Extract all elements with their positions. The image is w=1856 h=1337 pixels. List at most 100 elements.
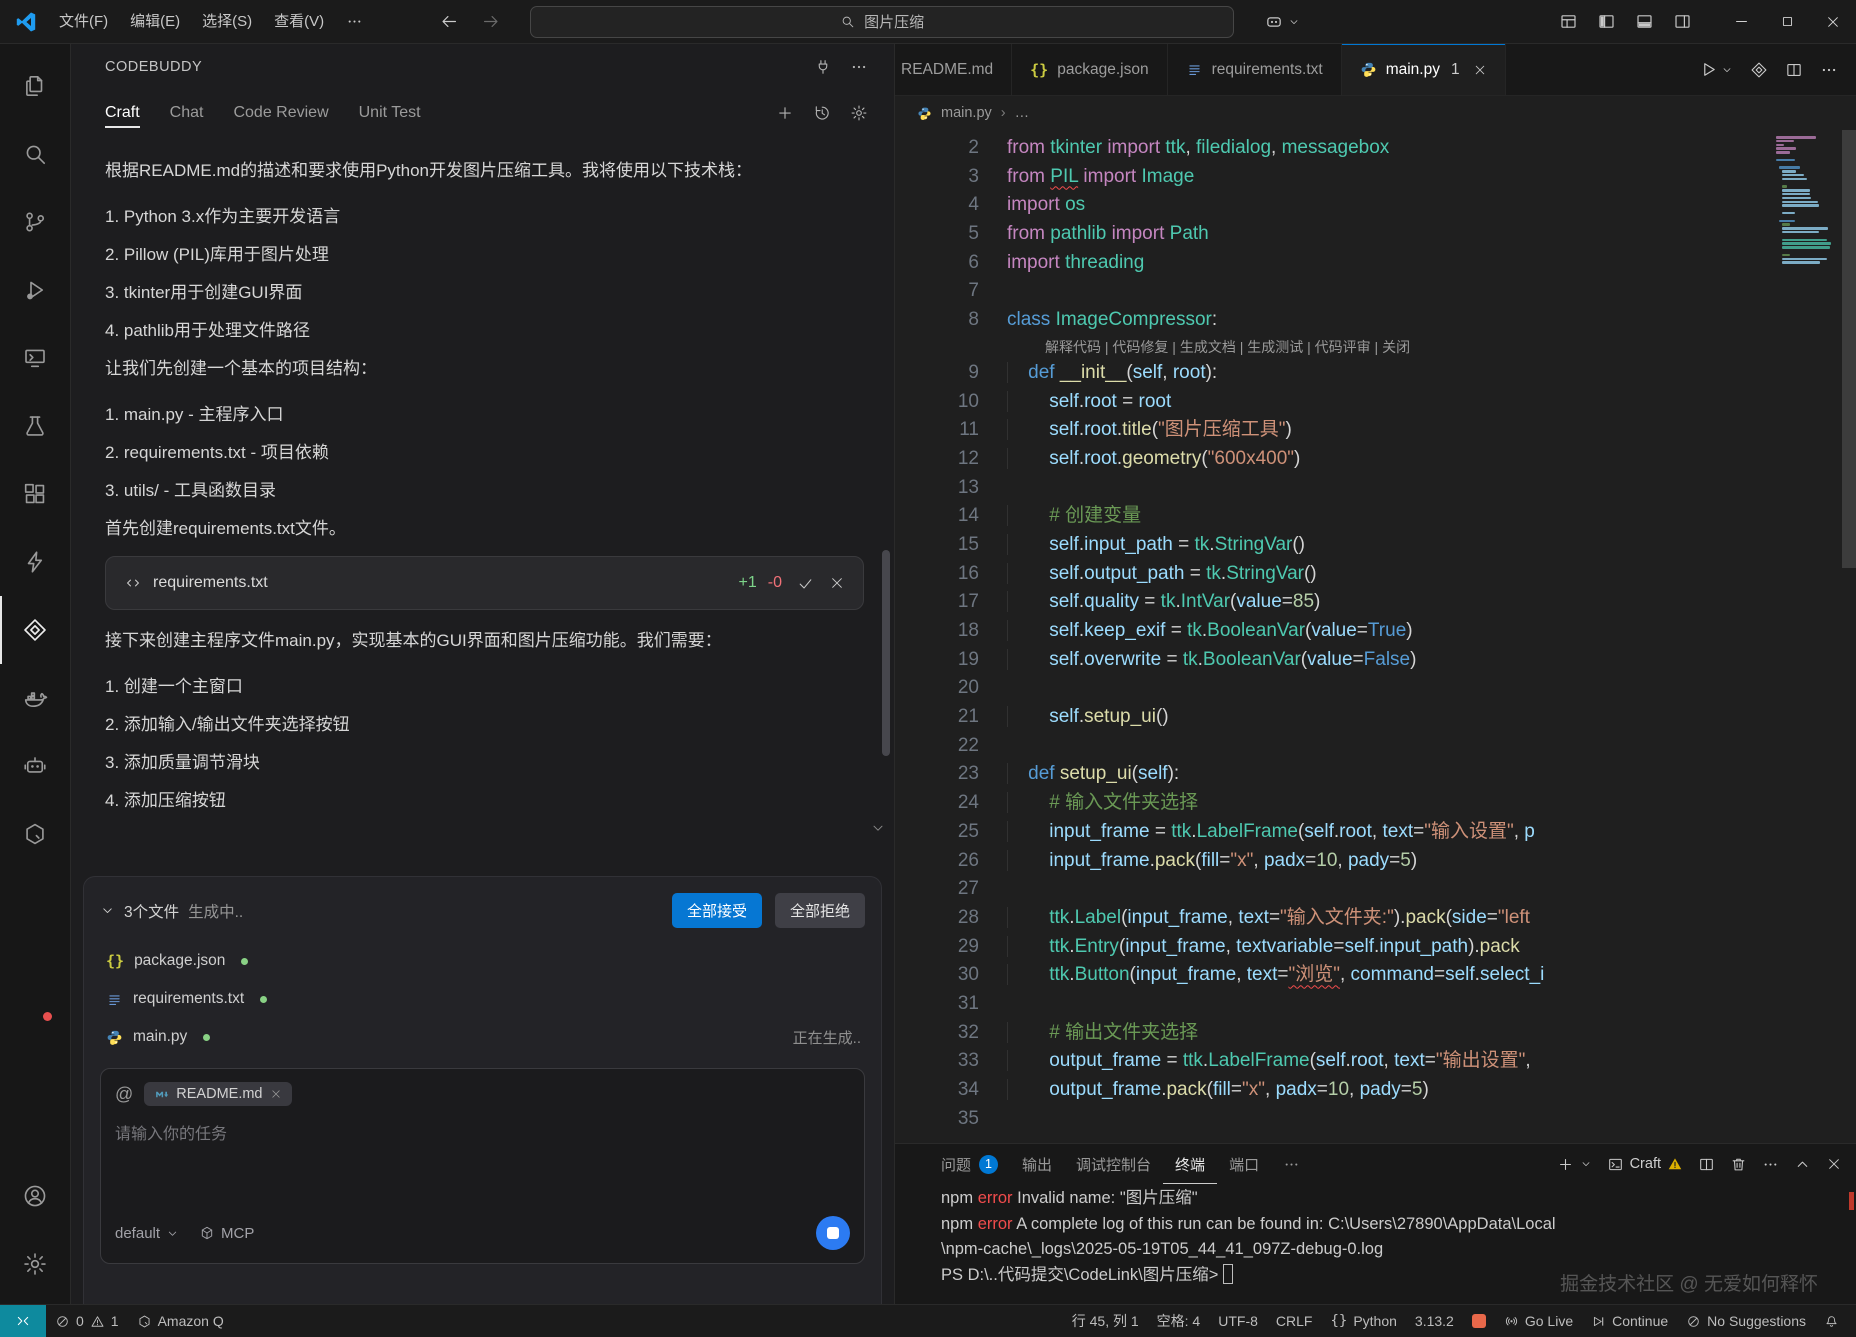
- maximize-panel-button[interactable]: [1794, 1156, 1811, 1173]
- command-center-search[interactable]: 图片压缩: [530, 6, 1234, 38]
- activity-testing[interactable]: [0, 392, 70, 460]
- activity-extensions[interactable]: [0, 460, 70, 528]
- generated-file-item[interactable]: requirements.txt: [106, 980, 865, 1018]
- mcp-button[interactable]: MCP: [199, 1225, 254, 1242]
- editor-tab-main.py[interactable]: main.py1: [1342, 44, 1506, 95]
- panel-more-button[interactable]: [850, 58, 868, 76]
- model-selector[interactable]: default: [115, 1225, 179, 1242]
- tab-craft[interactable]: Craft: [105, 90, 140, 136]
- run-python-file-button[interactable]: [1699, 60, 1733, 79]
- activity-run-and-debug[interactable]: [0, 256, 70, 324]
- activity-amazon-q[interactable]: [0, 800, 70, 868]
- ai-assistant-button[interactable]: [1264, 12, 1300, 32]
- close-tab-button[interactable]: [1473, 63, 1487, 77]
- panel-tab-问题[interactable]: 问题1: [929, 1144, 1010, 1184]
- editor-scrollbar[interactable]: [1842, 130, 1856, 1143]
- new-terminal-button[interactable]: [1557, 1156, 1592, 1173]
- status-python-version[interactable]: 3.13.2: [1406, 1305, 1463, 1337]
- activity-ai-assistant[interactable]: [0, 732, 70, 800]
- status-go-live[interactable]: Go Live: [1495, 1305, 1582, 1337]
- stop-generation-button[interactable]: [816, 1216, 850, 1250]
- customize-layout-button[interactable]: [1559, 12, 1578, 31]
- history-button[interactable]: [813, 104, 831, 122]
- editor-tab-requirements.txt[interactable]: requirements.txt: [1168, 44, 1342, 95]
- terminal-instance-craft[interactable]: Craft: [1607, 1156, 1683, 1173]
- chat-scrollbar[interactable]: [882, 550, 890, 756]
- kill-terminal-button[interactable]: [1730, 1156, 1747, 1173]
- task-input-box[interactable]: @ README.md 请输入你的任务 default: [100, 1068, 865, 1264]
- activity-explorer[interactable]: [0, 52, 70, 120]
- close-window-button[interactable]: [1810, 0, 1856, 43]
- status-continue[interactable]: Continue: [1582, 1305, 1677, 1337]
- activity-accounts[interactable]: [0, 1162, 70, 1230]
- generation-summary-row[interactable]: 3个文件 生成中.. 全部接受 全部拒绝: [100, 893, 865, 928]
- status-language-mode[interactable]: {}Python: [1321, 1305, 1405, 1337]
- scrollbar-thumb[interactable]: [1842, 130, 1856, 568]
- forward-button[interactable]: [481, 12, 500, 31]
- split-editor-button[interactable]: [1785, 61, 1803, 79]
- toggle-secondary-sidebar-button[interactable]: [1673, 12, 1692, 31]
- terminal-more-actions[interactable]: [1762, 1156, 1779, 1173]
- context-chip[interactable]: README.md: [144, 1082, 291, 1106]
- activity-remote-explorer[interactable]: [0, 324, 70, 392]
- amazon-q-status[interactable]: Amazon Q: [128, 1305, 233, 1337]
- new-chat-button[interactable]: [776, 104, 794, 122]
- minimize-button[interactable]: [1718, 0, 1764, 43]
- activity-source-control[interactable]: [0, 188, 70, 256]
- status-notifications[interactable]: [1815, 1305, 1848, 1337]
- panel-tab-端口[interactable]: 端口: [1217, 1144, 1271, 1184]
- accept-file-button[interactable]: [797, 575, 814, 592]
- generated-file-item[interactable]: main.py正在生成..: [106, 1018, 865, 1056]
- reject-file-button[interactable]: [829, 575, 845, 591]
- editor-more-actions[interactable]: [1820, 61, 1838, 79]
- minimap[interactable]: [1776, 136, 1840, 269]
- codebuddy-action-icon[interactable]: [1750, 61, 1768, 79]
- reject-all-button[interactable]: 全部拒绝: [775, 893, 865, 928]
- tab-code-review[interactable]: Code Review: [233, 90, 328, 136]
- back-button[interactable]: [440, 12, 459, 31]
- remove-context-icon[interactable]: [270, 1088, 282, 1100]
- menu-item[interactable]: 查看(V): [263, 7, 335, 37]
- status-encoding[interactable]: UTF-8: [1209, 1305, 1267, 1337]
- codelens-actions[interactable]: 解释代码 | 代码修复 | 生成文档 | 生成测试 | 代码评审 | 关闭: [895, 335, 1856, 359]
- generated-file-card[interactable]: requirements.txt+1-0: [105, 556, 864, 610]
- activity-codebuddy[interactable]: [0, 596, 70, 664]
- toggle-sidebar-button[interactable]: [1597, 12, 1616, 31]
- activity-codebuddy-chat[interactable]: [0, 528, 70, 596]
- toggle-panel-button[interactable]: [1635, 12, 1654, 31]
- activity-docker[interactable]: [0, 664, 70, 732]
- panel-tab-终端[interactable]: 终端: [1163, 1144, 1217, 1184]
- remote-indicator[interactable]: [0, 1305, 46, 1337]
- editor-tab-package.json[interactable]: {}package.json: [1012, 44, 1167, 95]
- mention-button[interactable]: @: [115, 1084, 133, 1105]
- breadcrumb[interactable]: main.py › …: [895, 96, 1856, 130]
- status-cursor-position[interactable]: 行 45, 列 1: [1063, 1305, 1148, 1337]
- close-panel-button[interactable]: [1826, 1156, 1842, 1172]
- accept-all-button[interactable]: 全部接受: [672, 893, 762, 928]
- generated-file-item[interactable]: {}package.json: [106, 942, 865, 980]
- maximize-button[interactable]: [1764, 0, 1810, 43]
- menu-item[interactable]: 文件(F): [48, 7, 119, 37]
- chat-scroll[interactable]: 根据README.md的描述和要求使用Python开发图片压缩工具。我将使用以下…: [71, 136, 894, 838]
- split-terminal-button[interactable]: [1698, 1156, 1715, 1173]
- panel-more-tabs[interactable]: [1271, 1144, 1312, 1184]
- code-editor[interactable]: 2from tkinter import ttk, filedialog, me…: [895, 130, 1856, 1143]
- panel-tab-调试控制台[interactable]: 调试控制台: [1064, 1144, 1163, 1184]
- status-suggestions-status[interactable]: No Suggestions: [1677, 1305, 1815, 1337]
- menu-more[interactable]: [335, 7, 374, 37]
- problems-status[interactable]: 01: [46, 1305, 128, 1337]
- menu-item[interactable]: 选择(S): [191, 7, 263, 37]
- tab-chat[interactable]: Chat: [170, 90, 204, 136]
- status-eol[interactable]: CRLF: [1267, 1305, 1322, 1337]
- status-extension-status[interactable]: [1463, 1305, 1495, 1337]
- editor-tab-README.md[interactable]: README.md: [895, 44, 1012, 95]
- panel-tab-输出[interactable]: 输出: [1010, 1144, 1064, 1184]
- activity-settings[interactable]: [0, 1230, 70, 1298]
- settings-button[interactable]: [850, 104, 868, 122]
- tab-unit-test[interactable]: Unit Test: [359, 90, 421, 136]
- menu-item[interactable]: 编辑(E): [119, 7, 191, 37]
- status-indentation[interactable]: 空格: 4: [1148, 1305, 1210, 1337]
- scroll-down-indicator[interactable]: [870, 820, 886, 836]
- activity-search[interactable]: [0, 120, 70, 188]
- connect-plugin-button[interactable]: [814, 58, 832, 76]
